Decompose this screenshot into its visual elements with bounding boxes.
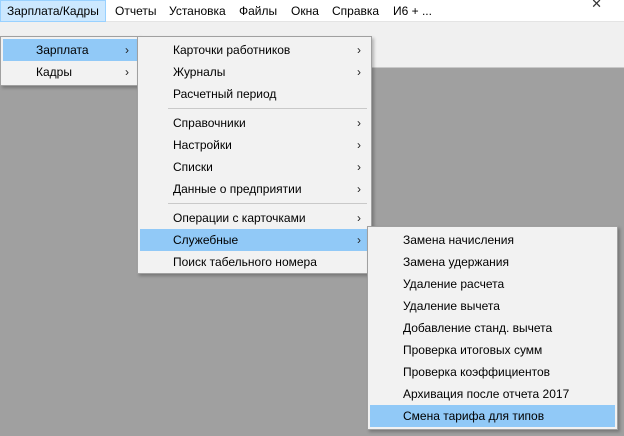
chevron-right-icon: › [357, 43, 361, 57]
menu-item-billing-period[interactable]: Расчетный период [140, 83, 369, 105]
menu-item-label: Операции с карточками [173, 211, 306, 225]
menu-settings[interactable]: Установка [163, 0, 232, 22]
menu-item-label: Данные о предприятии [173, 182, 302, 196]
menu-item-label: Проверка коэффициентов [403, 365, 550, 379]
dropdown-service: Замена начисления Замена удержания Удале… [367, 226, 618, 430]
menu-bar: Зарплата/Кадры Отчеты Установка Файлы Ок… [0, 0, 624, 22]
menu-item-label: Архивация после отчета 2017 [403, 387, 570, 401]
menu-item-check-coefficients[interactable]: Проверка коэффициентов [370, 361, 615, 383]
menu-item-label: Удаление расчета [403, 277, 505, 291]
close-icon[interactable]: ✕ [591, 0, 602, 12]
menu-item-label: Списки [173, 160, 213, 174]
menu-i6-plus[interactable]: И6 + ... [387, 0, 438, 22]
menu-item-delete-tax-deduction[interactable]: Удаление вычета [370, 295, 615, 317]
menu-item-company-data[interactable]: Данные о предприятии › [140, 178, 369, 200]
menu-item-label: Зарплата [36, 43, 89, 57]
menu-item-label: Замена начисления [403, 233, 514, 247]
menu-item-check-totals[interactable]: Проверка итоговых сумм [370, 339, 615, 361]
dropdown-salary: Карточки работников › Журналы › Расчетны… [137, 36, 372, 274]
menu-item-search-personnel-number[interactable]: Поиск табельного номера [140, 251, 369, 273]
menu-item-card-operations[interactable]: Операции с карточками › [140, 207, 369, 229]
menu-separator [168, 203, 367, 204]
menu-item-service[interactable]: Служебные › [140, 229, 369, 251]
menu-item-employee-cards[interactable]: Карточки работников › [140, 39, 369, 61]
menu-windows[interactable]: Окна [285, 0, 325, 22]
menu-item-label: Смена тарифа для типов [403, 409, 545, 423]
chevron-right-icon: › [357, 138, 361, 152]
menu-item-label: Поиск табельного номера [173, 255, 317, 269]
menu-item-archive-after-report[interactable]: Архивация после отчета 2017 [370, 383, 615, 405]
menu-item-label: Добавление станд. вычета [403, 321, 553, 335]
menu-item-hr[interactable]: Кадры › [3, 61, 137, 83]
menu-item-salary[interactable]: Зарплата › [3, 39, 137, 61]
menu-item-change-tariff[interactable]: Смена тарифа для типов [370, 405, 615, 427]
menu-salary-hr[interactable]: Зарплата/Кадры [0, 0, 106, 22]
menu-reports[interactable]: Отчеты [109, 0, 162, 22]
menu-item-directories[interactable]: Справочники › [140, 112, 369, 134]
menu-files[interactable]: Файлы [233, 0, 283, 22]
menu-item-label: Настройки [173, 138, 232, 152]
chevron-right-icon: › [125, 65, 129, 79]
menu-separator [168, 108, 367, 109]
menu-item-label: Журналы [173, 65, 226, 79]
menu-item-label: Кадры [36, 65, 72, 79]
menu-item-label: Расчетный период [173, 87, 277, 101]
menu-item-replace-accrual[interactable]: Замена начисления [370, 229, 615, 251]
menu-item-label: Проверка итоговых сумм [403, 343, 543, 357]
menu-item-replace-deduction[interactable]: Замена удержания [370, 251, 615, 273]
menu-item-label: Удаление вычета [403, 299, 500, 313]
chevron-right-icon: › [125, 43, 129, 57]
chevron-right-icon: › [357, 65, 361, 79]
menu-item-lists[interactable]: Списки › [140, 156, 369, 178]
chevron-right-icon: › [357, 160, 361, 174]
menu-help[interactable]: Справка [326, 0, 385, 22]
chevron-right-icon: › [357, 211, 361, 225]
menu-item-label: Карточки работников [173, 43, 291, 57]
menu-item-add-standard-deduction[interactable]: Добавление станд. вычета [370, 317, 615, 339]
menu-item-label: Служебные [173, 233, 239, 247]
menu-item-settings[interactable]: Настройки › [140, 134, 369, 156]
dropdown-salary-hr: Зарплата › Кадры › [0, 36, 140, 86]
chevron-right-icon: › [357, 182, 361, 196]
chevron-right-icon: › [357, 233, 361, 247]
menu-item-delete-calculation[interactable]: Удаление расчета [370, 273, 615, 295]
menu-item-label: Замена удержания [403, 255, 509, 269]
chevron-right-icon: › [357, 116, 361, 130]
menu-item-label: Справочники [173, 116, 246, 130]
menu-item-journals[interactable]: Журналы › [140, 61, 369, 83]
